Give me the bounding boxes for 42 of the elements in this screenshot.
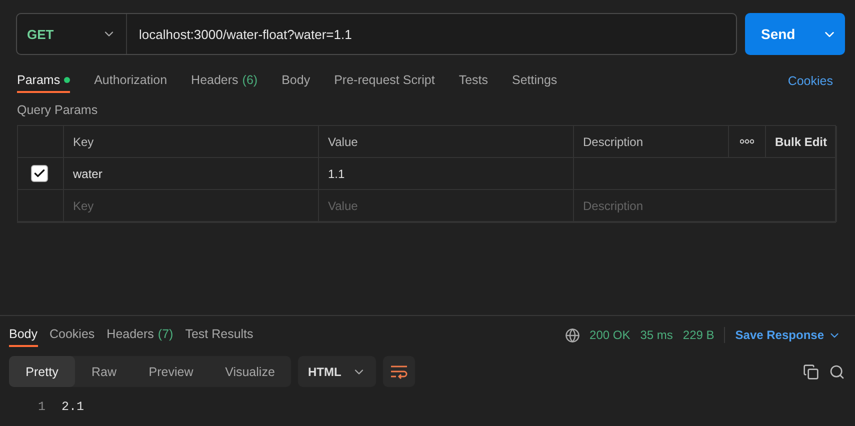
- tab[interactable]: Params: [17, 69, 70, 93]
- view-mode-tab[interactable]: Visualize: [209, 356, 291, 387]
- view-mode-tab[interactable]: Preview: [133, 356, 209, 387]
- method-dropdown[interactable]: GET: [17, 14, 127, 54]
- tab[interactable]: Body: [282, 69, 310, 93]
- url-bar[interactable]: GET localhost:3000/water-float?water=1.1: [16, 13, 737, 55]
- table-cell: 1.1: [319, 158, 574, 190]
- tab[interactable]: Authorization: [94, 69, 168, 93]
- column-header: Key: [64, 126, 319, 158]
- url-field[interactable]: localhost:3000/water-float?water=1.1: [127, 26, 736, 42]
- code-line: 2.1: [62, 400, 84, 414]
- save-response-link[interactable]: Save Response: [735, 328, 841, 342]
- wrap-lines-button[interactable]: [383, 356, 415, 387]
- tab[interactable]: Headers (7): [106, 323, 174, 347]
- tab[interactable]: Tests: [458, 69, 488, 93]
- line-number: 1: [38, 400, 46, 414]
- bulk-edit-button[interactable]: Bulk Edit: [766, 126, 837, 158]
- tab[interactable]: Test Results: [185, 323, 254, 347]
- more-icon[interactable]: [740, 139, 754, 144]
- globe-icon[interactable]: [564, 328, 580, 342]
- table-cell: water: [64, 158, 319, 190]
- view-mode-tab[interactable]: Raw: [75, 356, 133, 387]
- view-mode-tab[interactable]: Pretty: [9, 356, 75, 387]
- cookies-link[interactable]: Cookies: [788, 74, 833, 88]
- tab[interactable]: Settings: [512, 69, 558, 93]
- response-size: 229 B: [682, 328, 714, 342]
- check-icon: [33, 167, 46, 180]
- column-header: Value: [319, 126, 574, 158]
- wrap-lines-icon: [390, 364, 408, 378]
- column-header: Description: [574, 126, 729, 158]
- tab[interactable]: Pre-request Script: [334, 69, 435, 93]
- response-time: 35 ms: [640, 328, 673, 342]
- tab[interactable]: Headers (6): [191, 69, 258, 93]
- send-button[interactable]: Send: [745, 13, 845, 55]
- copy-icon[interactable]: [803, 364, 819, 380]
- status-code: 200 OK: [590, 328, 630, 342]
- tab[interactable]: Cookies: [50, 323, 95, 347]
- checkbox[interactable]: [31, 165, 48, 182]
- tab[interactable]: Body: [9, 323, 38, 347]
- format-dropdown[interactable]: HTML: [298, 356, 376, 387]
- search-icon[interactable]: [829, 364, 845, 380]
- section-title: Query Params: [16, 102, 99, 119]
